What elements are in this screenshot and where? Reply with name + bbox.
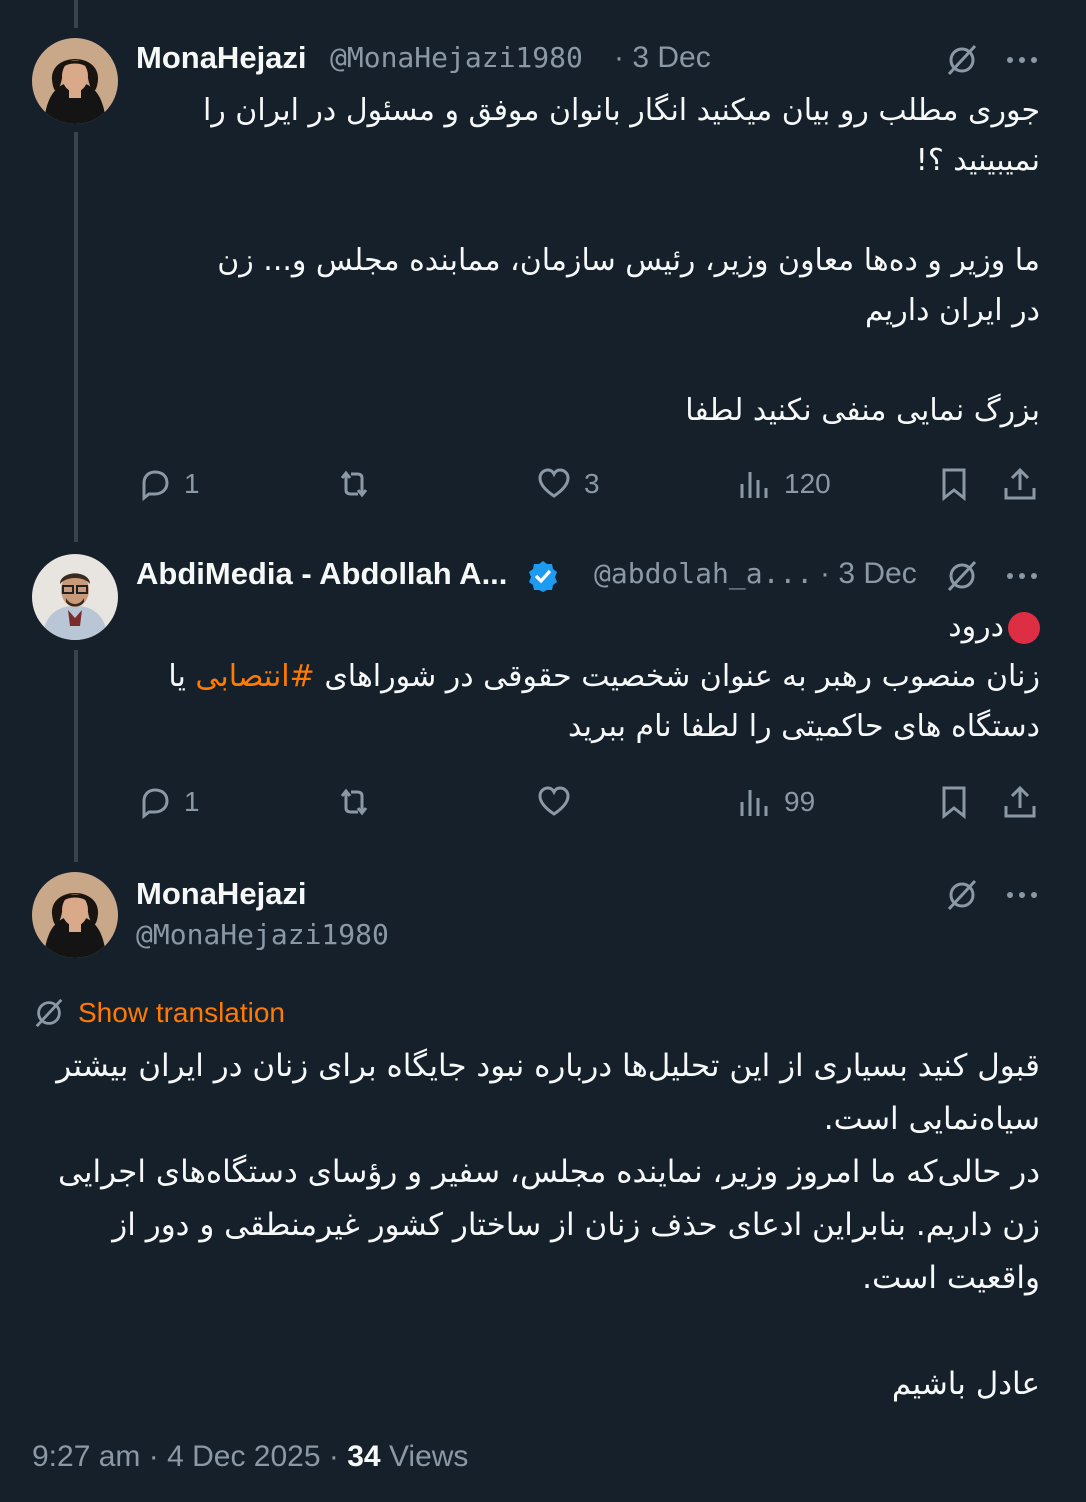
author-name[interactable]: MonaHejazi [136, 40, 307, 76]
red-circle-emoji [1008, 611, 1040, 644]
bookmark-icon[interactable] [936, 466, 972, 502]
like-icon [538, 468, 570, 498]
repost-icon [340, 788, 368, 816]
verified-icon [529, 560, 558, 592]
thread-line [74, 132, 78, 542]
author-name[interactable]: AbdiMedia - Abdollah A... [136, 556, 566, 593]
reply-button[interactable]: 1 [136, 780, 200, 824]
views-icon [740, 790, 768, 816]
grok-icon[interactable] [944, 877, 980, 913]
more-icon[interactable] [1004, 558, 1040, 594]
tweet-full-date[interactable]: 4 Dec 2025 [167, 1440, 320, 1473]
views-button[interactable]: 99 [736, 780, 815, 824]
tweet-date[interactable]: · 3 Dec [614, 41, 711, 75]
tweet-actions: 1 99 [136, 780, 1042, 824]
tweet-date[interactable]: · 3 Dec [820, 557, 917, 591]
views-icon [740, 472, 768, 498]
author-name[interactable]: MonaHejazi [136, 876, 307, 912]
tweet-text: قبول کنید بسیاری از این تحلیل‌ها درباره … [56, 1048, 1040, 1402]
translate-icon [35, 998, 63, 1028]
reply-icon [142, 788, 169, 820]
share-icon[interactable] [1002, 784, 1038, 820]
author-handle[interactable]: @MonaHejazi1980 [330, 41, 583, 75]
tweet-text: درود زنان منصوب رهبر به عنوان شخصیت حقوق… [168, 609, 1040, 744]
tweet-meta: 9:27 am · 4 Dec 2025 · 34 Views [32, 1440, 469, 1473]
bookmark-icon[interactable] [936, 784, 972, 820]
views-count: 34 [347, 1440, 381, 1473]
share-icon[interactable] [1002, 466, 1038, 502]
reply-icon [142, 470, 169, 502]
repost-icon [340, 470, 368, 498]
repost-button[interactable] [336, 780, 384, 824]
repost-button[interactable] [336, 462, 384, 506]
like-button[interactable] [536, 780, 584, 824]
more-icon[interactable] [1004, 877, 1040, 913]
thread-line [74, 650, 78, 862]
reply-button[interactable]: 1 [136, 462, 200, 506]
avatar[interactable] [32, 872, 118, 958]
tweet-text: جوری مطلب رو بیان میکنید انگار بانوان مو… [202, 93, 1040, 428]
grok-icon[interactable] [944, 42, 980, 78]
like-icon [538, 786, 570, 816]
like-button[interactable]: 3 [536, 462, 600, 506]
thread-line [74, 0, 78, 28]
show-translation-button[interactable]: Show translation [32, 996, 285, 1030]
hashtag-link[interactable]: #انتصابی [195, 659, 314, 694]
tweet-time[interactable]: 9:27 am [32, 1440, 140, 1473]
author-handle[interactable]: @abdolah_a... [594, 557, 813, 591]
avatar[interactable] [32, 38, 118, 124]
views-button[interactable]: 120 [736, 462, 831, 506]
tweet-actions: 1 3 120 [136, 462, 1042, 506]
more-icon[interactable] [1004, 42, 1040, 78]
grok-icon[interactable] [944, 558, 980, 594]
avatar[interactable] [32, 554, 118, 640]
views-label: Views [388, 1440, 469, 1473]
author-handle[interactable]: @MonaHejazi1980 [136, 918, 389, 952]
